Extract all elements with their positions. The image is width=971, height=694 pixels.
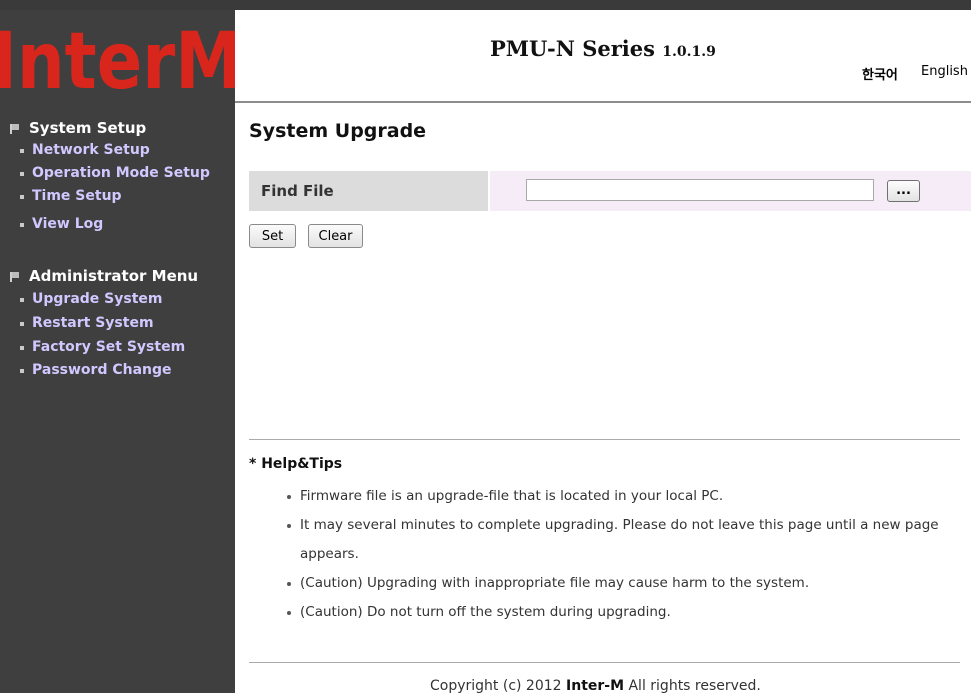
copyright-footer: Copyright (c) 2012 Inter-M All rights re… — [430, 678, 761, 694]
menu-header-administrator-menu[interactable]: Administrator Menu — [10, 267, 198, 285]
help-title: * Help&Tips — [249, 456, 343, 472]
inter-m-logo-icon: InterM — [0, 10, 235, 102]
menu-header-label: System Setup — [29, 119, 147, 137]
set-button[interactable]: Set — [249, 224, 296, 248]
sidebar-item-view-log[interactable]: View Log — [20, 216, 103, 232]
copyright-suffix: All rights reserved. — [624, 678, 761, 694]
help-divider — [249, 439, 960, 440]
header-divider — [235, 101, 971, 103]
bullet-icon — [20, 322, 24, 326]
sidebar-item-label: Factory Set System — [32, 339, 186, 355]
bullet-icon — [20, 172, 24, 176]
sidebar-item-restart-system[interactable]: Restart System — [20, 315, 154, 331]
menu-header-system-setup[interactable]: System Setup — [10, 119, 146, 137]
menu-header-label: Administrator Menu — [29, 267, 199, 285]
logo: InterM — [0, 10, 235, 102]
sidebar-item-label: Operation Mode Setup — [32, 165, 210, 181]
find-file-row: Find File ... — [249, 171, 971, 211]
sidebar-item-label: Restart System — [32, 315, 154, 331]
sidebar-item-label: Password Change — [32, 362, 172, 378]
help-tips-list: Firmware file is an upgrade-file that is… — [286, 482, 966, 627]
help-tip: Firmware file is an upgrade-file that is… — [286, 482, 966, 511]
sidebar-item-operation-mode-setup[interactable]: Operation Mode Setup — [20, 165, 210, 181]
product-name: PMU-N Series — [490, 36, 655, 61]
sidebar-item-label: Time Setup — [32, 188, 122, 204]
bullet-icon — [20, 223, 24, 227]
sidebar-item-upgrade-system[interactable]: Upgrade System — [20, 291, 162, 307]
bullet-icon — [20, 149, 24, 153]
browse-file-button[interactable]: ... — [887, 180, 920, 202]
footer-divider — [249, 662, 960, 663]
find-file-input-cell: ... — [490, 171, 971, 211]
language-korean-link[interactable]: 한국어 — [862, 64, 898, 83]
logo-text: InterM — [0, 17, 235, 102]
sidebar-item-network-setup[interactable]: Network Setup — [20, 142, 150, 158]
bullet-icon — [20, 369, 24, 373]
page-title: System Upgrade — [249, 120, 427, 142]
sidebar-item-label: Upgrade System — [32, 291, 163, 307]
copyright-prefix: Copyright (c) 2012 — [430, 678, 567, 694]
bullet-icon — [20, 346, 24, 350]
file-path-input[interactable] — [526, 179, 874, 201]
sidebar-item-label: View Log — [32, 216, 104, 232]
top-bar — [0, 0, 971, 10]
help-tip: It may several minutes to complete upgra… — [286, 511, 966, 569]
help-tip: (Caution) Do not turn off the system dur… — [286, 598, 966, 627]
bullet-icon — [20, 298, 24, 302]
firmware-version: 1.0.1.9 — [662, 44, 716, 60]
sidebar-item-label: Network Setup — [32, 142, 150, 158]
flag-icon — [10, 272, 21, 282]
bullet-icon — [20, 195, 24, 199]
copyright-brand: Inter-M — [566, 678, 625, 694]
sidebar-item-time-setup[interactable]: Time Setup — [20, 188, 122, 204]
find-file-label: Find File — [261, 182, 334, 200]
flag-icon — [10, 124, 21, 134]
clear-button[interactable]: Clear — [308, 224, 363, 248]
sidebar-item-password-change[interactable]: Password Change — [20, 362, 172, 378]
find-file-label-cell: Find File — [249, 171, 488, 211]
product-title: PMU-N Series 1.0.1.9 — [490, 36, 716, 61]
help-tip: (Caution) Upgrading with inappropriate f… — [286, 569, 966, 598]
sidebar-item-factory-set-system[interactable]: Factory Set System — [20, 339, 185, 355]
language-english-link[interactable]: English — [921, 64, 968, 79]
